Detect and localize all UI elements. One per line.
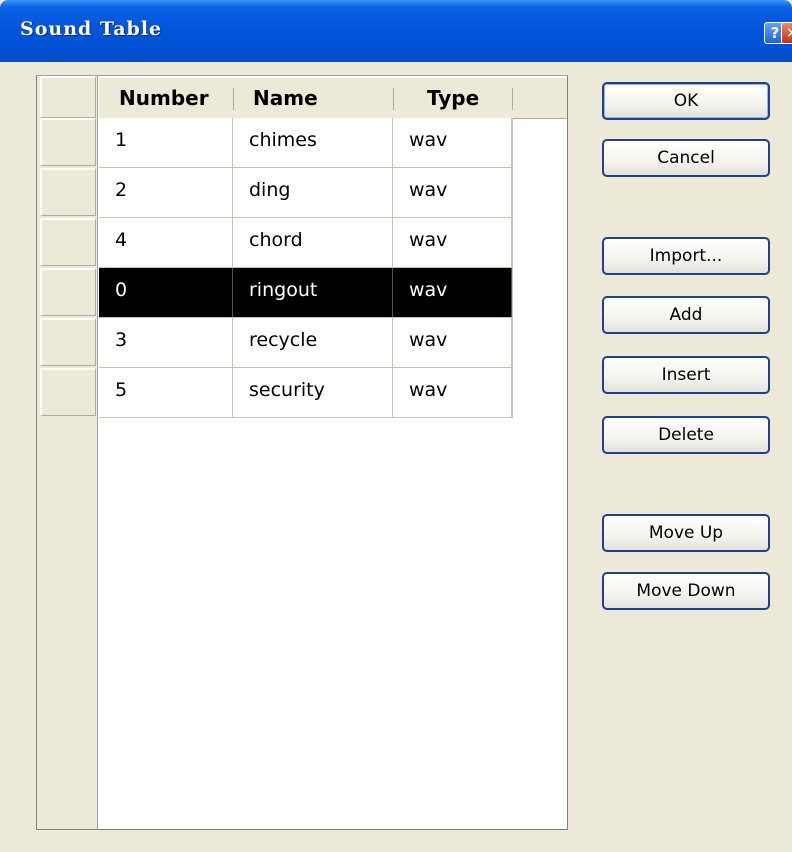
row-header-5[interactable] [40, 318, 96, 366]
row-header-3[interactable] [40, 218, 96, 266]
cell-type[interactable]: wav [393, 118, 512, 167]
cell-number[interactable]: 2 [99, 168, 233, 217]
corner-header-cell[interactable] [40, 76, 96, 118]
column-divider[interactable] [233, 88, 234, 110]
cancel-button[interactable]: Cancel [602, 139, 770, 177]
cell-name[interactable]: chimes [233, 118, 393, 167]
column-header-row: Number Name Type [99, 78, 567, 119]
table-row[interactable]: 1 chimes wav [99, 118, 512, 168]
row-header-1[interactable] [40, 118, 96, 166]
row-header-2[interactable] [40, 168, 96, 216]
dialog-client-area: Number Name Type 1 chimes wav 2 ding wav… [0, 62, 792, 852]
import-button[interactable]: Import... [602, 237, 770, 275]
row-header-4[interactable] [40, 268, 96, 316]
cell-name[interactable]: ding [233, 168, 393, 217]
ok-button[interactable]: OK [602, 82, 770, 120]
cell-number[interactable]: 3 [99, 318, 233, 367]
title-bar: Sound Table ? ✕ [0, 0, 792, 62]
cell-name[interactable]: recycle [233, 318, 393, 367]
column-header-type[interactable]: Type [427, 78, 479, 118]
window-title: Sound Table [20, 18, 163, 40]
column-header-number[interactable]: Number [119, 78, 209, 118]
cell-number[interactable]: 5 [99, 368, 233, 417]
cell-name[interactable]: ringout [233, 268, 393, 317]
cell-type[interactable]: wav [393, 268, 512, 317]
cell-number[interactable]: 0 [99, 268, 233, 317]
cell-type[interactable]: wav [393, 168, 512, 217]
table-row[interactable]: 3 recycle wav [99, 318, 512, 368]
column-header-name[interactable]: Name [253, 78, 318, 118]
column-divider[interactable] [512, 88, 513, 110]
insert-button[interactable]: Insert [602, 356, 770, 394]
table-row[interactable]: 2 ding wav [99, 168, 512, 218]
close-button[interactable]: ✕ [781, 22, 792, 44]
cell-type[interactable]: wav [393, 368, 512, 417]
row-header-6[interactable] [40, 368, 96, 416]
cell-type[interactable]: wav [393, 218, 512, 267]
move-down-button[interactable]: Move Down [602, 572, 770, 610]
table-row[interactable]: 5 security wav [99, 368, 512, 418]
move-up-button[interactable]: Move Up [602, 514, 770, 552]
column-divider[interactable] [393, 88, 394, 110]
delete-button[interactable]: Delete [602, 416, 770, 454]
cell-name[interactable]: security [233, 368, 393, 417]
close-icon: ✕ [785, 24, 792, 42]
cell-name[interactable]: chord [233, 218, 393, 267]
help-icon: ? [770, 24, 780, 42]
table-row-selected[interactable]: 0 ringout wav [99, 268, 512, 318]
trailing-column-divider [512, 118, 513, 418]
cell-type[interactable]: wav [393, 318, 512, 367]
sound-table-grid[interactable]: Number Name Type 1 chimes wav 2 ding wav… [36, 75, 568, 830]
add-button[interactable]: Add [602, 296, 770, 334]
table-row[interactable]: 4 chord wav [99, 218, 512, 268]
row-header-gutter [37, 76, 98, 829]
cell-number[interactable]: 1 [99, 118, 233, 167]
cell-number[interactable]: 4 [99, 218, 233, 267]
